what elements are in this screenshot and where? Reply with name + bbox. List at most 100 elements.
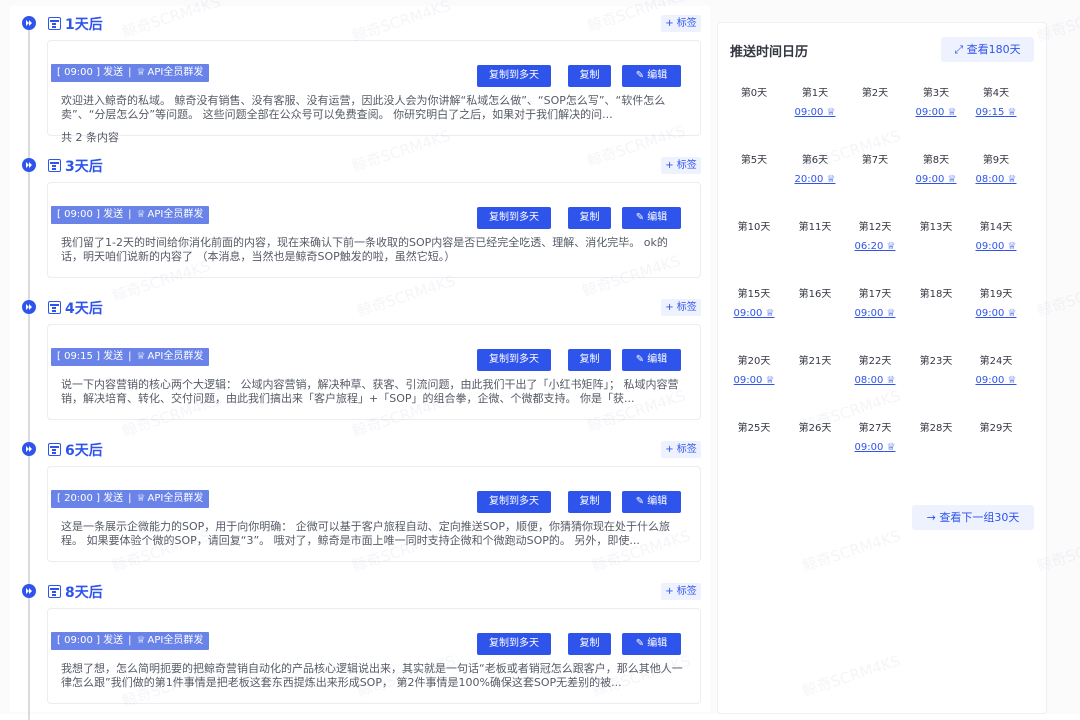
calendar-day-cell: 第15天 09:00 ♕ (724, 288, 784, 321)
day-title: 4天后 (65, 301, 103, 317)
add-tag-button[interactable]: + 标签 (661, 441, 701, 458)
add-tag-button[interactable]: + 标签 (661, 15, 701, 32)
copy-button[interactable]: 复制 (568, 349, 611, 371)
crown-icon: ♕ (1007, 308, 1017, 319)
send-mode: API全员群发 (147, 209, 204, 220)
calendar-day-cell: 第1天 09:00 ♕ (785, 87, 845, 120)
calendar-time-link[interactable]: 09:00 ♕ (845, 441, 905, 455)
edit-icon: ✎ (635, 70, 648, 81)
calendar-day-label: 第22天 (858, 356, 892, 367)
crown-icon: ♕ (136, 67, 146, 78)
copy-button[interactable]: 复制 (568, 491, 611, 513)
copy-to-days-button[interactable]: 复制到多天 (477, 491, 551, 513)
copy-button[interactable]: 复制 (568, 207, 611, 229)
play-circle-icon (22, 16, 36, 30)
calendar-time-link[interactable]: 09:00 ♕ (724, 307, 784, 321)
add-tag-button[interactable]: + 标签 (661, 299, 701, 316)
calendar-day-label: 第1天 (801, 88, 829, 99)
calendar-day-cell: 第5天 (724, 154, 784, 168)
calendar-day-cell: 第28天 (906, 422, 966, 436)
crown-icon: ♕ (136, 635, 146, 646)
calendar-time-link[interactable]: 20:00 ♕ (785, 173, 845, 187)
edit-icon: ✎ (635, 354, 648, 365)
calendar-time: 09:00 (733, 308, 763, 319)
add-tag-button[interactable]: + 标签 (661, 583, 701, 600)
send-time: [ 09:00 ] 发送 (57, 635, 124, 646)
send-mode: API全员群发 (147, 635, 204, 646)
calendar-time: 08:00 (854, 375, 884, 386)
message-card: [ 09:00 ] 发送 | ♕ API全员群发 复制到多天 复制 ✎ 编辑 欢迎进入鲸奇的私… (47, 40, 701, 144)
calendar-time-link[interactable]: 08:00 ♕ (966, 173, 1026, 187)
calendar-time-link[interactable]: 09:15 ♕ (966, 106, 1026, 120)
crown-icon: ♕ (1007, 241, 1017, 252)
calendar-day-label: 第9天 (982, 155, 1010, 166)
copy-to-days-button[interactable]: 复制到多天 (477, 207, 551, 229)
calendar-time-link[interactable]: 09:00 ♕ (906, 106, 966, 120)
divider: | (128, 67, 132, 78)
calendar-day-cell: 第13天 (906, 221, 966, 235)
edit-label: 编辑 (647, 212, 668, 223)
message-card: [ 09:00 ] 发送 | ♕ API全员群发 复制到多天 复制 ✎ 编辑 我想了想，怎么简… (47, 608, 701, 704)
calendar-day-label: 第3天 (922, 88, 950, 99)
calendar-day-cell: 第20天 09:00 ♕ (724, 355, 784, 388)
view-next-30-button[interactable]: → 查看下一组30天 (912, 505, 1034, 530)
copy-to-days-button[interactable]: 复制到多天 (477, 65, 551, 87)
calendar-day-label: 第5天 (740, 155, 768, 166)
send-info-tag: [ 09:00 ] 发送 | ♕ API全员群发 (51, 206, 210, 224)
edit-button[interactable]: ✎ 编辑 (622, 65, 681, 87)
calendar-title: 推送时间日历 (730, 45, 809, 60)
calendar-day-label: 第2天 (861, 88, 889, 99)
calendar-time-link[interactable]: 06:20 ♕ (845, 240, 905, 254)
copy-to-days-button[interactable]: 复制到多天 (477, 633, 551, 655)
calendar-day-label: 第29天 (979, 423, 1013, 434)
calendar-time: 06:20 (854, 241, 884, 252)
calendar-day-cell: 第24天 09:00 ♕ (966, 355, 1026, 388)
timeline-line (28, 20, 30, 720)
crown-icon: ♕ (1007, 174, 1017, 185)
calendar-time: 09:00 (975, 308, 1005, 319)
calendar-day-cell: 第29天 (966, 422, 1026, 436)
crown-icon: ♕ (826, 107, 836, 118)
calendar-time-link[interactable]: 09:00 ♕ (966, 240, 1026, 254)
calendar-time-link[interactable]: 09:00 ♕ (724, 374, 784, 388)
crown-icon: ♕ (886, 375, 896, 386)
calendar-day-cell: 第17天 09:00 ♕ (845, 288, 905, 321)
calendar-time: 09:00 (854, 442, 884, 453)
calendar-day-cell: 第27天 09:00 ♕ (845, 422, 905, 455)
calendar-day-label: 第13天 (919, 222, 953, 233)
edit-button[interactable]: ✎ 编辑 (622, 633, 681, 655)
calendar-time-link[interactable]: 09:00 ♕ (966, 374, 1026, 388)
calendar-day-cell: 第3天 09:00 ♕ (906, 87, 966, 120)
calendar-day-cell: 第11天 (785, 221, 845, 235)
calendar-time-link[interactable]: 08:00 ♕ (845, 374, 905, 388)
calendar-time: 09:15 (975, 107, 1005, 118)
calendar-time-link[interactable]: 09:00 ♕ (845, 307, 905, 321)
copy-to-days-button[interactable]: 复制到多天 (477, 349, 551, 371)
crown-icon: ♕ (136, 351, 146, 362)
crown-icon: ♕ (826, 174, 836, 185)
edit-button[interactable]: ✎ 编辑 (622, 207, 681, 229)
calendar-time-link[interactable]: 09:00 ♕ (785, 106, 845, 120)
send-time: [ 09:00 ] 发送 (57, 209, 124, 220)
calendar-icon (48, 301, 61, 314)
message-card: [ 09:15 ] 发送 | ♕ API全员群发 复制到多天 复制 ✎ 编辑 说一下内容营销的… (47, 324, 701, 420)
day-title: 8天后 (65, 585, 103, 601)
play-circle-icon (22, 584, 36, 598)
edit-button[interactable]: ✎ 编辑 (622, 491, 681, 513)
edit-button[interactable]: ✎ 编辑 (622, 349, 681, 371)
add-tag-button[interactable]: + 标签 (661, 157, 701, 174)
calendar-day-label: 第20天 (737, 356, 771, 367)
expand-icon: ⤢ (954, 43, 967, 56)
copy-button[interactable]: 复制 (568, 65, 611, 87)
calendar-time-link[interactable]: 09:00 ♕ (906, 173, 966, 187)
calendar-day-cell: 第2天 (845, 87, 905, 101)
calendar-day-label: 第27天 (858, 423, 892, 434)
copy-button[interactable]: 复制 (568, 633, 611, 655)
message-card: [ 20:00 ] 发送 | ♕ API全员群发 复制到多天 复制 ✎ 编辑 这是一条展示企微… (47, 466, 701, 562)
calendar-icon (48, 17, 61, 30)
calendar-day-label: 第12天 (858, 222, 892, 233)
calendar-time-link[interactable]: 09:00 ♕ (966, 307, 1026, 321)
calendar-day-label: 第10天 (737, 222, 771, 233)
view-180-days-button[interactable]: ⤢ 查看180天 (941, 37, 1034, 62)
calendar-day-label: 第23天 (919, 356, 953, 367)
